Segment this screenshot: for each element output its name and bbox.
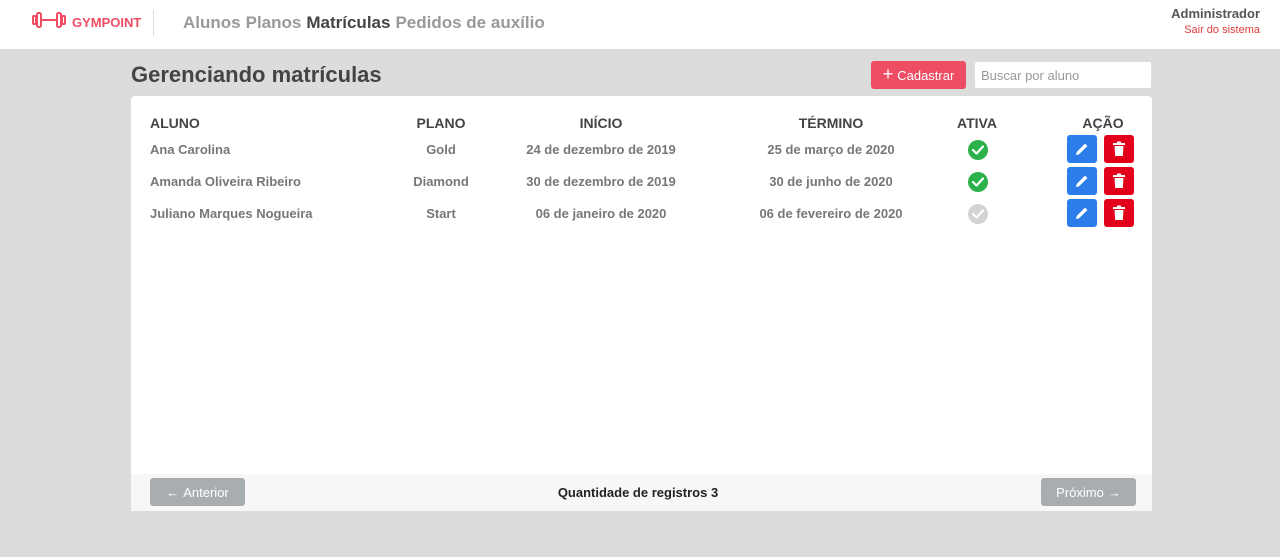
enrollments-table: ALUNO PLANO INÍCIO TÉRMINO ATIVA AÇÃO An… — [131, 96, 1152, 511]
pencil-icon — [1076, 143, 1088, 155]
edit-button[interactable] — [1067, 167, 1097, 195]
delete-button[interactable] — [1104, 135, 1134, 163]
pencil-icon — [1076, 207, 1088, 219]
previous-page-button[interactable]: ← Anterior — [150, 478, 245, 506]
add-enrollment-button[interactable]: + Cadastrar — [871, 61, 966, 89]
pencil-icon — [1076, 175, 1088, 187]
student-name: Juliano Marques Nogueira — [150, 206, 313, 221]
end-date: 06 de fevereiro de 2020 — [759, 206, 903, 221]
start-date: 06 de janeiro de 2020 — [535, 206, 667, 221]
edit-button[interactable] — [1067, 199, 1097, 227]
student-name: Amanda Oliveira Ribeiro — [150, 174, 301, 189]
delete-button[interactable] — [1104, 199, 1134, 227]
student-name: Ana Carolina — [150, 142, 231, 157]
main-nav: Alunos Planos Matrículas Pedidos de auxí… — [183, 13, 545, 33]
edit-button[interactable] — [1067, 135, 1097, 163]
start-date: 30 de dezembro de 2019 — [526, 174, 676, 189]
arrow-left-icon: ← — [166, 484, 180, 500]
header-divider — [153, 10, 154, 36]
plan-name: Start — [426, 206, 456, 221]
nav-item-matriculas[interactable]: Matrículas — [306, 13, 390, 33]
column-header-student: ALUNO — [150, 115, 200, 131]
next-label: Próximo — [1056, 484, 1104, 500]
trash-icon — [1113, 141, 1125, 156]
pagination-bar: ← Anterior Quantidade de registros 3 Pró… — [131, 474, 1152, 511]
nav-item-planos[interactable]: Planos — [246, 13, 302, 33]
end-date: 25 de março de 2020 — [767, 142, 895, 157]
column-header-end: TÉRMINO — [798, 115, 864, 131]
user-name: Administrador — [1171, 6, 1260, 21]
plan-name: Gold — [426, 142, 456, 157]
arrow-right-icon: → — [1107, 484, 1121, 500]
trash-icon — [1113, 173, 1125, 188]
page-title: Gerenciando matrículas — [131, 62, 382, 87]
active-check-icon — [968, 140, 988, 160]
dumbbell-icon — [32, 11, 66, 33]
add-button-label: Cadastrar — [897, 67, 955, 83]
next-page-button[interactable]: Próximo → — [1041, 478, 1136, 506]
search-input[interactable] — [974, 61, 1152, 89]
start-date: 24 de dezembro de 2019 — [526, 142, 676, 157]
header: GYMPOINT Alunos Planos Matrículas Pedido… — [0, 0, 1280, 49]
logout-link[interactable]: Sair do sistema — [1171, 24, 1260, 36]
brand-name: GYMPOINT — [72, 14, 142, 30]
brand-logo[interactable]: GYMPOINT — [32, 11, 142, 33]
active-check-icon — [968, 172, 988, 192]
end-date: 30 de junho de 2020 — [769, 174, 893, 189]
column-header-active: ATIVA — [957, 115, 997, 131]
plus-icon: + — [882, 64, 894, 84]
trash-icon — [1113, 205, 1125, 220]
record-count: Quantidade de registros 3 — [557, 485, 719, 500]
inactive-check-icon — [968, 204, 988, 224]
nav-item-alunos[interactable]: Alunos — [183, 13, 241, 33]
column-header-start: INÍCIO — [579, 115, 623, 131]
nav-item-pedidos-de-auxilio[interactable]: Pedidos de auxílio — [395, 13, 544, 33]
delete-button[interactable] — [1104, 167, 1134, 195]
column-header-plan: PLANO — [416, 115, 466, 131]
column-header-action: AÇÃO — [1082, 115, 1124, 131]
previous-label: Anterior — [183, 484, 229, 500]
user-panel: Administrador Sair do sistema — [1171, 6, 1260, 36]
plan-name: Diamond — [413, 174, 469, 189]
